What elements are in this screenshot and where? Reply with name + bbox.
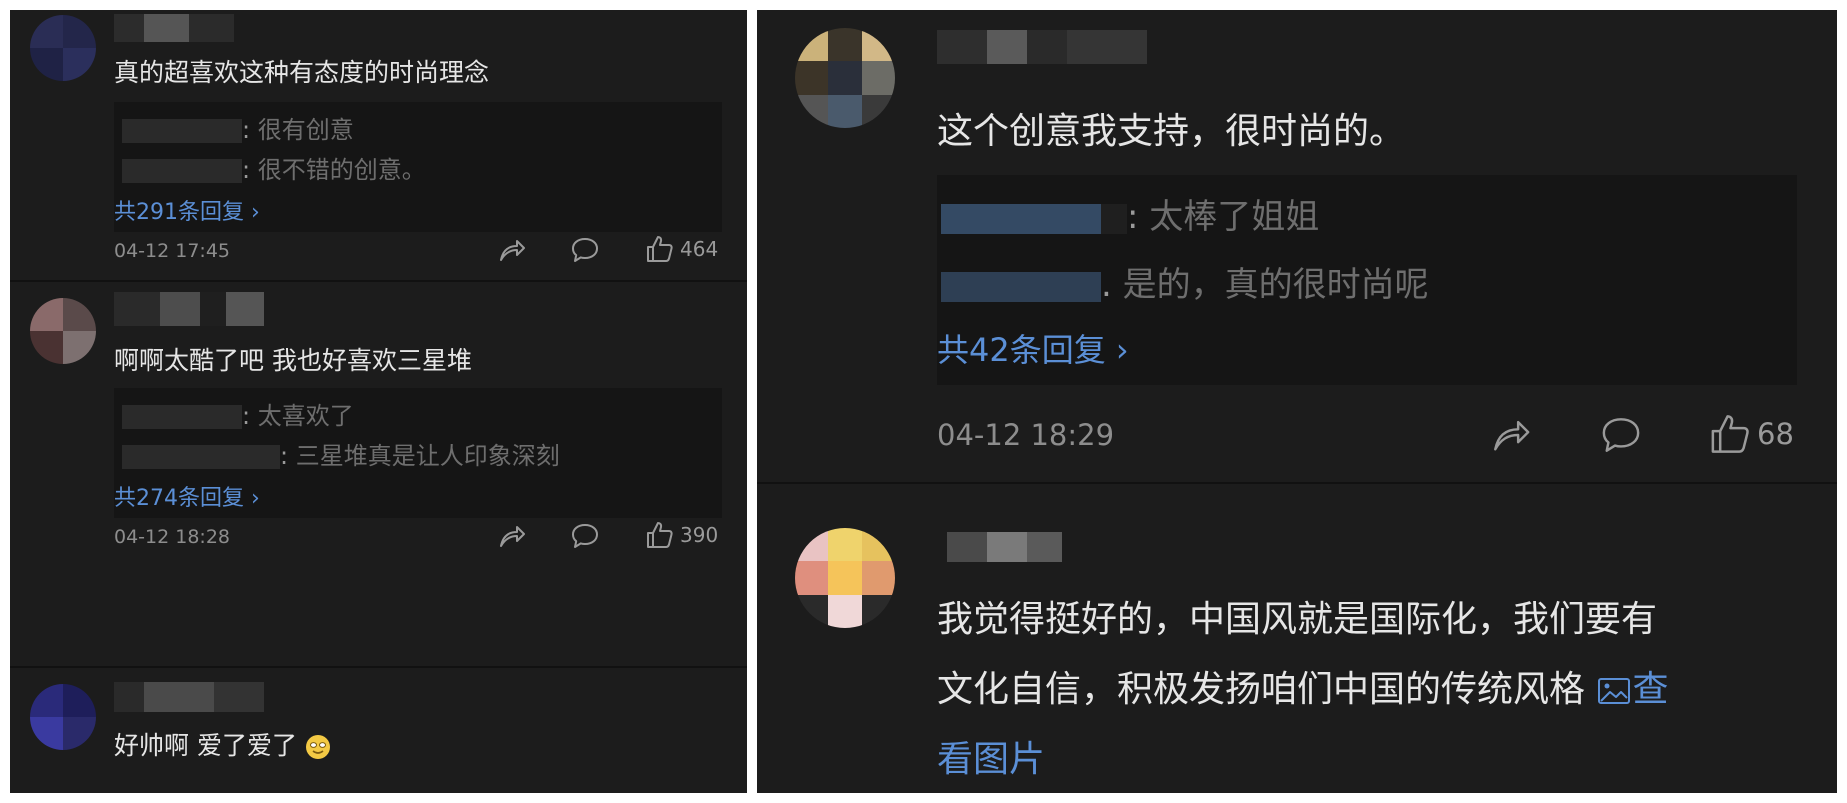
comment-text: 真的超喜欢这种有态度的时尚理念 bbox=[114, 58, 490, 87]
avatar[interactable] bbox=[30, 298, 96, 364]
thumbs-up-icon bbox=[647, 236, 673, 262]
reply-preview-box[interactable]: : 很有创意 : 很不错的创意。 共291条回复 › bbox=[114, 102, 722, 232]
view-image-link[interactable]: 查 bbox=[1596, 669, 1668, 710]
share-button[interactable] bbox=[497, 522, 527, 550]
like-count: 390 bbox=[680, 523, 719, 547]
like-count: 68 bbox=[1757, 417, 1794, 451]
comment-text-line-1: 我觉得挺好的，中国风就是国际化，我们要有 bbox=[937, 599, 1658, 640]
thumbs-up-icon bbox=[647, 522, 673, 548]
avatar[interactable] bbox=[795, 528, 895, 628]
comment-item: 我觉得挺好的，中国风就是国际化，我们要有 文化自信，积极发扬咱们中国的传统风格 … bbox=[757, 484, 1837, 793]
tearful-smile-emoji bbox=[305, 735, 330, 759]
share-icon bbox=[500, 240, 525, 261]
reply-count-link[interactable]: 共291条回复 › bbox=[114, 194, 260, 226]
reply-item: . 是的，真的很时尚呢 bbox=[941, 257, 1429, 306]
reply-item: : 三星堆真是让人印象深刻 bbox=[122, 436, 560, 471]
image-icon bbox=[1598, 678, 1631, 704]
comment-icon bbox=[1602, 418, 1640, 452]
comment-text: 啊啊太酷了吧 我也好喜欢三星堆 bbox=[114, 346, 472, 375]
right-comment-panel: 这个创意我支持，很时尚的。 : 太棒了姐姐 . 是的，真的很时尚呢 共42条回复… bbox=[757, 10, 1837, 793]
username-redacted[interactable] bbox=[937, 30, 1147, 64]
username-redacted[interactable] bbox=[114, 14, 234, 42]
left-comment-panel: 真的超喜欢这种有态度的时尚理念 : 很有创意 : 很不错的创意。 共291条回复… bbox=[10, 10, 747, 793]
reply-item: : 太喜欢了 bbox=[122, 396, 354, 431]
like-button[interactable]: 68 bbox=[1707, 412, 1794, 456]
reply-preview-box[interactable]: : 太棒了姐姐 . 是的，真的很时尚呢 共42条回复 › bbox=[937, 175, 1797, 385]
comment-button[interactable] bbox=[570, 522, 600, 550]
reply-preview-box[interactable]: : 太喜欢了 : 三星堆真是让人印象深刻 共274条回复 › bbox=[114, 388, 722, 518]
username-redacted[interactable] bbox=[114, 292, 274, 326]
reply-item: : 很不错的创意。 bbox=[122, 150, 426, 185]
comment-timestamp: 04-12 18:28 bbox=[114, 526, 231, 548]
username-redacted[interactable] bbox=[114, 682, 264, 712]
comment-item: 啊啊太酷了吧 我也好喜欢三星堆 : 太喜欢了 : 三星堆真是让人印象深刻 共27… bbox=[10, 282, 747, 564]
avatar[interactable] bbox=[30, 15, 96, 81]
thumbs-up-icon bbox=[1711, 415, 1749, 453]
comment-text: 这个创意我支持，很时尚的。 bbox=[937, 111, 1406, 152]
share-icon bbox=[500, 526, 525, 547]
share-button[interactable] bbox=[1489, 415, 1533, 455]
comment-timestamp: 04-12 18:29 bbox=[937, 418, 1115, 452]
comment-text-line-2: 文化自信，积极发扬咱们中国的传统风格 查 bbox=[937, 669, 1669, 710]
comment-item: 真的超喜欢这种有态度的时尚理念 : 很有创意 : 很不错的创意。 共291条回复… bbox=[10, 10, 747, 280]
reply-count-link[interactable]: 共42条回复 › bbox=[937, 325, 1129, 371]
avatar[interactable] bbox=[795, 28, 895, 128]
comment-icon bbox=[572, 524, 598, 548]
comment-icon bbox=[572, 238, 598, 262]
reply-item: : 很有创意 bbox=[122, 110, 354, 145]
share-icon bbox=[1494, 420, 1530, 451]
reply-item: : 太棒了姐姐 bbox=[941, 189, 1319, 238]
comment-timestamp: 04-12 17:45 bbox=[114, 240, 231, 262]
view-image-link[interactable]: 看图片 bbox=[937, 730, 1045, 782]
share-button[interactable] bbox=[497, 236, 527, 264]
username-redacted[interactable] bbox=[947, 532, 1062, 562]
comment-item: 这个创意我支持，很时尚的。 : 太棒了姐姐 . 是的，真的很时尚呢 共42条回复… bbox=[757, 10, 1837, 480]
like-button[interactable]: 464 bbox=[644, 234, 718, 264]
like-button[interactable]: 390 bbox=[644, 520, 718, 550]
comment-button[interactable] bbox=[570, 236, 600, 264]
comment-item: 好帅啊 爱了爱了 bbox=[10, 668, 747, 793]
avatar[interactable] bbox=[30, 684, 96, 750]
like-count: 464 bbox=[680, 237, 719, 261]
comment-button[interactable] bbox=[1599, 415, 1643, 455]
comment-text: 好帅啊 爱了爱了 bbox=[114, 726, 331, 762]
reply-count-link[interactable]: 共274条回复 › bbox=[114, 480, 260, 512]
